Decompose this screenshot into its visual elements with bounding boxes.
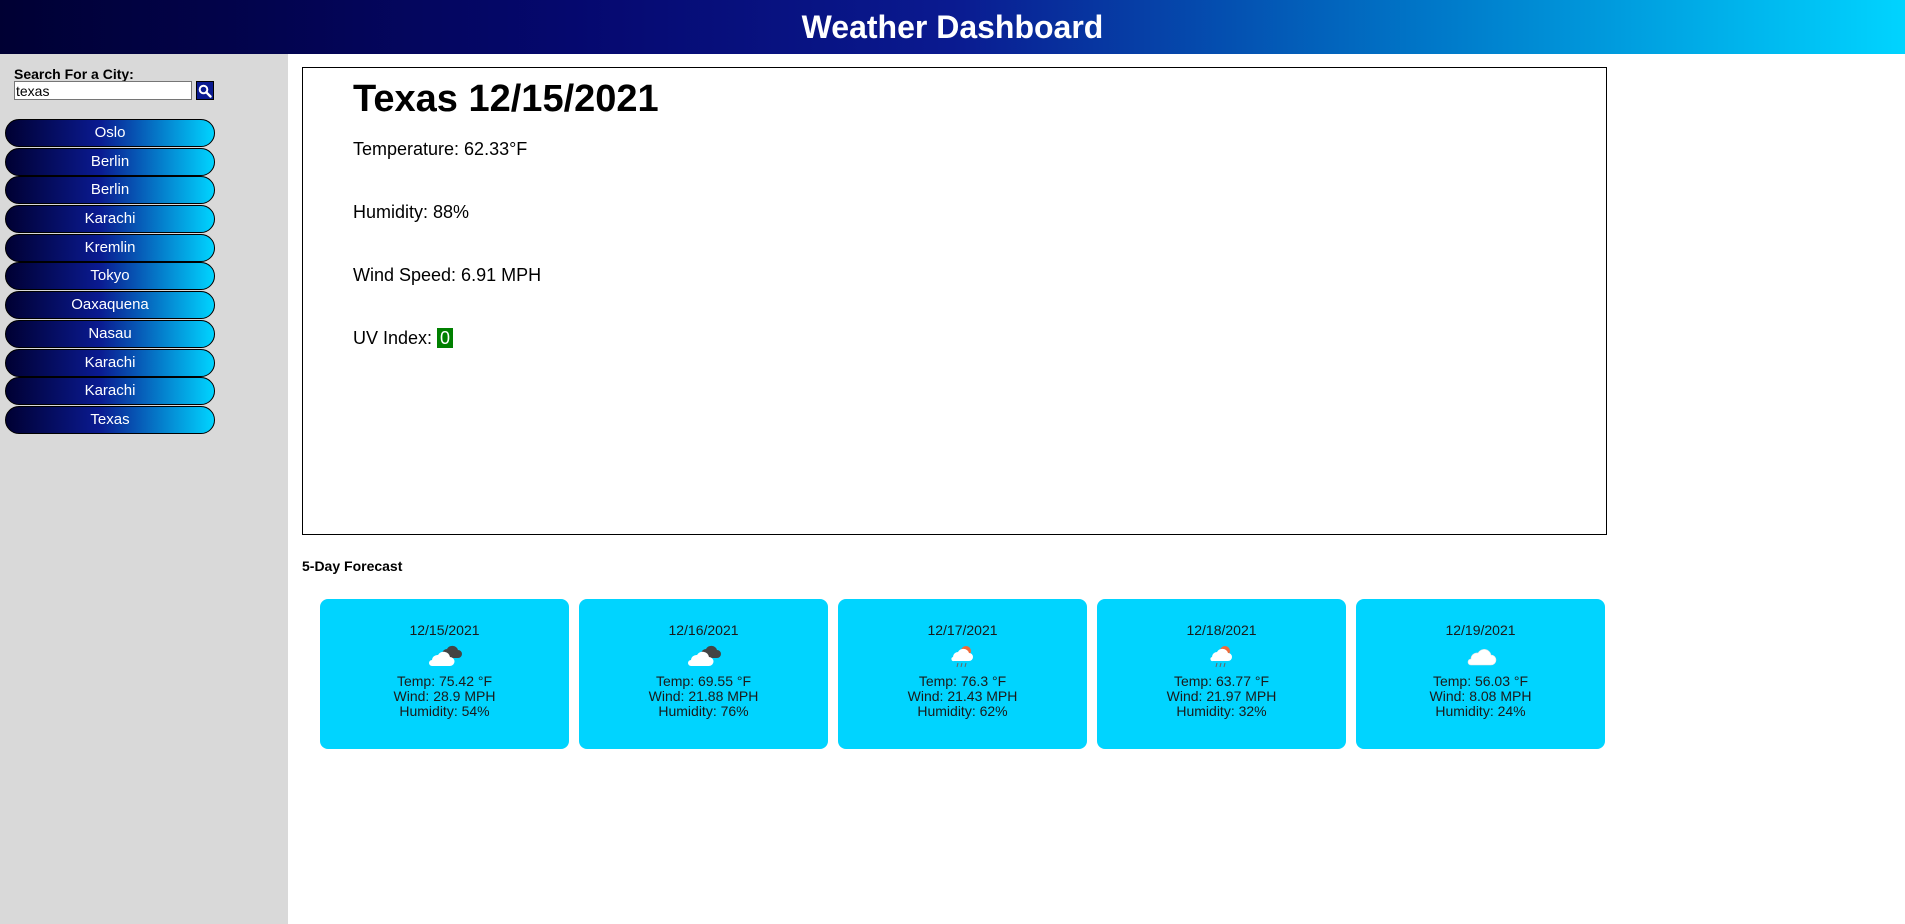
- city-history-button[interactable]: Berlin: [5, 147, 215, 176]
- forecast-temp: Temp: 76.3 °F: [918, 673, 1007, 689]
- city-history-button[interactable]: Karachi: [5, 348, 215, 377]
- forecast-card: 12/16/2021 Temp: 69.55 °F Wind: 21.88 MPH H…: [579, 599, 828, 749]
- city-history-button[interactable]: Karachi: [5, 377, 215, 406]
- sun-rain-cloud-icon: [1097, 638, 1346, 674]
- header-bar: Weather Dashboard: [0, 0, 1905, 54]
- forecast-cards: 12/15/2021 Temp: 75.42 °F Wind: 28.9 MPH Hu…: [320, 599, 1605, 749]
- forecast-humidity: Humidity: 62%: [917, 703, 1008, 719]
- forecast-temp: Temp: 56.03 °F: [1432, 673, 1529, 689]
- city-history-button[interactable]: Berlin: [5, 176, 215, 205]
- city-history-button[interactable]: Karachi: [5, 205, 215, 234]
- sidebar: Search For a City: OsloBerlinBerlinKarac…: [0, 54, 288, 924]
- forecast-wind: Wind: 8.08 MPH: [1429, 688, 1532, 704]
- forecast-date: 12/15/2021: [409, 622, 480, 638]
- search-button[interactable]: [196, 81, 214, 100]
- current-humidity: Humidity: 88%: [353, 202, 470, 222]
- page-title: Weather Dashboard: [801, 8, 1104, 45]
- forecast-card: 12/15/2021 Temp: 75.42 °F Wind: 28.9 MPH Hu…: [320, 599, 569, 749]
- forecast-wind: Wind: 21.88 MPH: [648, 688, 759, 704]
- city-history-button[interactable]: Oslo: [5, 119, 215, 147]
- forecast-date: 12/17/2021: [927, 622, 998, 638]
- forecast-card: 12/18/2021 Temp: 63.77 °F Wind: 21.97 MPH H…: [1097, 599, 1346, 749]
- current-weather-panel: Texas 12/15/2021 Temperature: 62.33°F Hu…: [302, 67, 1607, 535]
- broken-clouds-icon: [320, 638, 569, 674]
- forecast-wind: Wind: 28.9 MPH: [393, 688, 496, 704]
- uv-index-badge: 0: [437, 328, 454, 348]
- search-history-list: Oslo Berlin Berlin Karachi Kremlin Tokyo Oaxaq…: [5, 119, 215, 435]
- forecast-humidity: Humidity: 54%: [399, 703, 490, 719]
- city-history-button[interactable]: Kremlin: [5, 233, 215, 262]
- forecast-humidity: Humidity: 32%: [1176, 703, 1267, 719]
- forecast-title: 5-Day Forecast: [302, 558, 403, 574]
- forecast-humidity: Humidity: 76%: [658, 703, 749, 719]
- search-label: Search For a City:: [14, 66, 134, 82]
- forecast-temp: Temp: 75.42 °F: [396, 673, 493, 689]
- city-history-button[interactable]: Texas: [5, 405, 215, 434]
- current-temperature: Temperature: 62.33°F: [353, 139, 528, 159]
- forecast-card: 12/17/2021 Temp: 76.3 °F Wind: 21.43 MPH Hu…: [838, 599, 1087, 749]
- forecast-date: 12/19/2021: [1445, 622, 1516, 638]
- forecast-wind: Wind: 21.97 MPH: [1166, 688, 1277, 704]
- broken-clouds-icon: [579, 638, 828, 674]
- uv-index-label: UV Index:: [353, 328, 438, 348]
- forecast-wind: Wind: 21.43 MPH: [907, 688, 1018, 704]
- current-uv-index: UV Index: 0: [353, 328, 454, 349]
- cloud-icon: [1356, 638, 1605, 674]
- forecast-humidity: Humidity: 24%: [1435, 703, 1526, 719]
- search-input[interactable]: [14, 81, 192, 100]
- search-icon: [198, 84, 212, 98]
- sun-rain-cloud-icon: [838, 638, 1087, 674]
- forecast-date: 12/18/2021: [1186, 622, 1257, 638]
- forecast-card: 12/19/2021 Temp: 56.03 °F Wind: 8.08 MPH Hu…: [1356, 599, 1605, 749]
- city-history-button[interactable]: Tokyo: [5, 262, 215, 291]
- forecast-date: 12/16/2021: [668, 622, 739, 638]
- city-history-button[interactable]: Oaxaquena: [5, 291, 215, 320]
- current-wind-speed: Wind Speed: 6.91 MPH: [353, 265, 542, 285]
- forecast-temp: Temp: 63.77 °F: [1173, 673, 1270, 689]
- forecast-temp: Temp: 69.55 °F: [655, 673, 752, 689]
- current-city-date: Texas 12/15/2021: [353, 78, 659, 120]
- city-history-button[interactable]: Nasau: [5, 319, 215, 348]
